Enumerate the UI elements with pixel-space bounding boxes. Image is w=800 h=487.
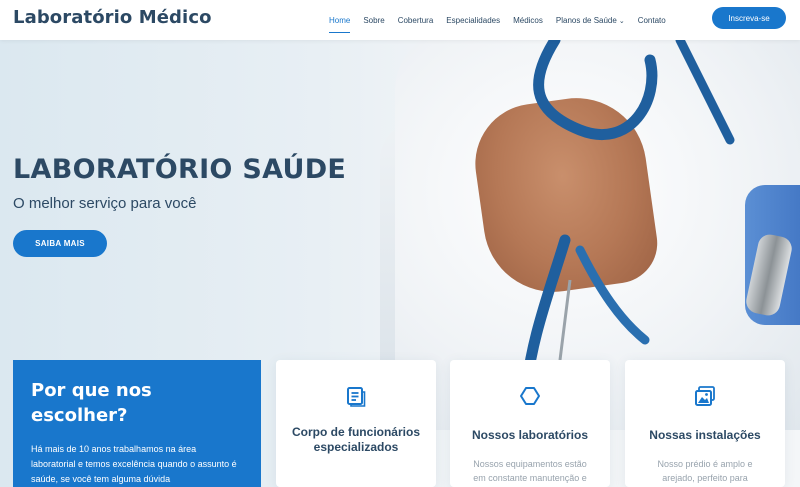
nav-medicos[interactable]: Médicos xyxy=(513,16,543,25)
hero-title: LABORATÓRIO SAÚDE xyxy=(13,154,347,185)
feature-card-labs[interactable]: Nossos laboratórios Nossos equipamentos … xyxy=(450,360,610,487)
nav-especialidades[interactable]: Especialidades xyxy=(446,16,500,25)
header: Laboratório Médico Home Sobre Cobertura … xyxy=(0,0,800,40)
feature-card-facilities[interactable]: Nossas instalações Nosso prédio é amplo … xyxy=(625,360,785,487)
nav-planos-label: Planos de Saúde xyxy=(555,15,617,25)
why-title: Por que nos escolher? xyxy=(31,380,152,426)
nav-cobertura[interactable]: Cobertura xyxy=(398,16,434,25)
main-nav: Home Sobre Cobertura Especialidades Médi… xyxy=(329,0,679,40)
why-choose-us-box: Por que nos escolher? Há mais de 10 anos… xyxy=(13,360,261,487)
signup-button[interactable]: Inscreva-se xyxy=(712,7,786,29)
hero-subtitle: O melhor serviço para você xyxy=(13,195,197,212)
nav-sobre[interactable]: Sobre xyxy=(363,16,384,25)
card-text: Nosso prédio é amplo e arejado, perfeito… xyxy=(657,459,753,483)
document-icon xyxy=(347,387,366,407)
nav-planos-de-saude[interactable]: Planos de Saúde ⌄ xyxy=(556,16,625,25)
card-title: Nossas instalações xyxy=(649,428,761,442)
nav-contato[interactable]: Contato xyxy=(638,16,666,25)
site-logo[interactable]: Laboratório Médico xyxy=(13,7,212,28)
stethoscope-image xyxy=(519,40,735,400)
cube-icon xyxy=(520,387,540,405)
nav-home[interactable]: Home xyxy=(329,16,351,33)
why-text: Há mais de 10 anos trabalhamos na área l… xyxy=(31,444,237,484)
card-title: Corpo de funcionários especializados xyxy=(291,425,420,454)
card-text: Nossos equipamentos estão em constante m… xyxy=(473,459,587,483)
chevron-down-icon: ⌄ xyxy=(618,17,625,25)
learn-more-button[interactable]: SAIBA MAIS xyxy=(13,230,107,257)
feature-card-staff[interactable]: Corpo de funcionários especializados xyxy=(276,360,436,487)
card-title: Nossos laboratórios xyxy=(471,428,589,442)
images-icon xyxy=(695,386,715,406)
